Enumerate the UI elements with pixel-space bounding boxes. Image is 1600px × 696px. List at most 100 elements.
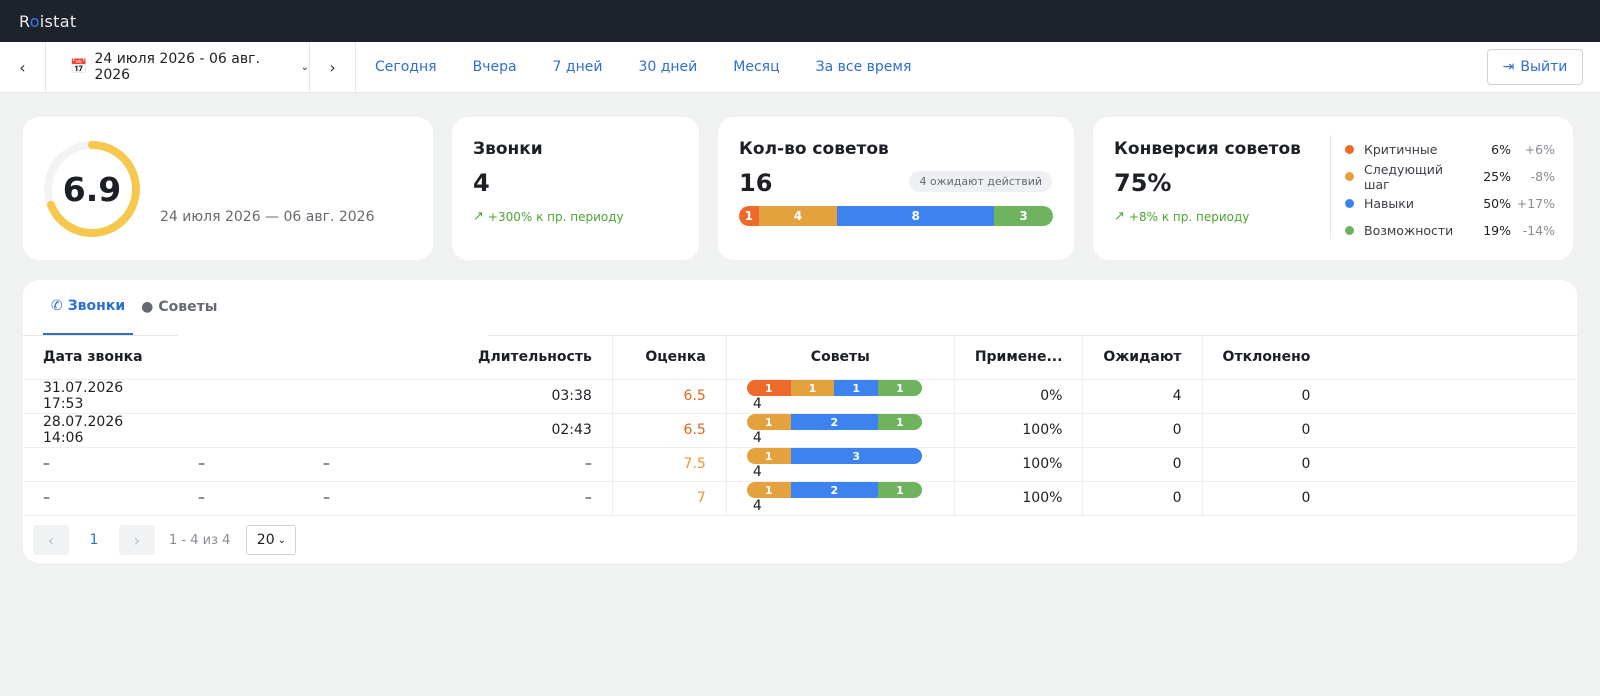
conversion-delta: ↗ +8% к пр. периоду — [1114, 209, 1250, 224]
legend-delta: +6% — [1524, 142, 1555, 157]
col-tips[interactable]: Советы — [725, 336, 955, 380]
logo[interactable]: Roistat — [19, 12, 76, 31]
tab-calls[interactable]: ✆ Звонки — [43, 280, 134, 335]
tips-total: 4 — [752, 430, 762, 446]
preset-today[interactable]: Сегодня — [375, 59, 437, 75]
legend-percent: 25% — [1483, 169, 1511, 184]
date-range-picker[interactable]: 📅 24 июля 2026 - 06 авг. 2026 ⌄ — [46, 42, 310, 92]
conversion-value: 75% — [1114, 169, 1172, 197]
cell — [1330, 413, 1577, 448]
average-score: 6.9 — [62, 169, 122, 209]
calls-panel: ✆ Звонки ● Советы Дата звонка Длительнос… — [23, 280, 1577, 563]
call-declined: 0 — [1201, 379, 1331, 414]
tips-count-card: Кол-во советов 16 4 ожидают действий 148… — [718, 117, 1074, 260]
col-declined[interactable]: Отклонено — [1201, 336, 1331, 380]
logout-button[interactable]: ⇥ Выйти — [1487, 49, 1583, 85]
table-row[interactable]: – – – –7.5 1 3 4 100% 0 0 — [23, 447, 1577, 482]
legend-row: Критичные 6% +6% — [1345, 136, 1555, 163]
panel-tabs: ✆ Звонки ● Советы — [23, 280, 217, 336]
col-applied[interactable]: Примене... — [953, 336, 1083, 380]
legend-percent: 6% — [1491, 142, 1511, 157]
call-applied: 100% — [953, 481, 1083, 516]
tips-title: Кол-во советов — [739, 139, 889, 159]
table-header-row: Дата звонка Длительность Оценка Советы П… — [23, 336, 1577, 380]
trend-up-icon: ↗ — [473, 209, 484, 224]
call-applied: 0% — [953, 379, 1083, 414]
tips-segment: 1 — [834, 380, 879, 396]
conversion-title: Конверсия советов — [1114, 139, 1301, 159]
cell: – — [178, 481, 303, 516]
preset-30-days[interactable]: 30 дней — [638, 59, 697, 75]
call-tips: 1214 — [725, 481, 955, 516]
legend-delta: -8% — [1530, 169, 1555, 184]
table-row[interactable]: – – – –7 1 2 1 4 100% 0 0 — [23, 481, 1577, 516]
tips-breakdown-bar: 1483 — [739, 206, 1053, 226]
legend-dot — [1345, 226, 1354, 235]
calendar-icon: 📅 — [70, 59, 88, 75]
call-score: 7 — [611, 481, 727, 516]
phone-icon: ✆ — [51, 298, 63, 314]
call-declined: 0 — [1201, 447, 1331, 482]
cell — [1330, 447, 1577, 482]
score-card: 6.9 24 июля 2026 — 06 авг. 2026 — [23, 117, 433, 260]
table-row[interactable]: 28.07.2026 14:06 02:43 6.5 1 2 1 4 100% 0 0 — [23, 413, 1577, 448]
tips-total: 4 — [752, 464, 762, 480]
calls-count: 4 — [473, 169, 490, 197]
page-size-select[interactable]: 20 ⌄ — [246, 525, 297, 555]
tips-segment: 1 — [746, 448, 791, 464]
lightbulb-icon: ● — [141, 299, 154, 315]
tips-segment: 1 — [746, 482, 791, 498]
col-date[interactable]: Дата звонка — [23, 336, 178, 380]
legend-name: Навыки — [1364, 196, 1414, 211]
call-date: – — [23, 481, 178, 516]
tips-segment: 1 — [878, 482, 922, 498]
preset-month[interactable]: Месяц — [733, 59, 779, 75]
call-score: 7.5 — [611, 447, 727, 482]
col-score[interactable]: Оценка — [611, 336, 727, 380]
legend-row: Навыки 50% +17% — [1345, 190, 1555, 217]
prev-page-button[interactable]: ‹ — [33, 525, 69, 555]
next-page-button[interactable]: › — [119, 525, 155, 555]
legend-row: Следующий шаг 25% -8% — [1345, 161, 1555, 192]
call-tips: 1214 — [725, 413, 955, 448]
tips-segment: 3 — [994, 206, 1053, 226]
date-navbar: ‹ 📅 24 июля 2026 - 06 авг. 2026 ⌄ › Сего… — [0, 42, 1600, 93]
call-date: – — [23, 447, 178, 482]
calls-card: Звонки 4 ↗ +300% к пр. периоду — [452, 117, 699, 260]
tab-tips[interactable]: ● Советы — [133, 280, 225, 335]
call-duration: 03:38 — [458, 379, 613, 414]
score-date-range: 24 июля 2026 — 06 авг. 2026 — [160, 209, 375, 225]
call-date: 31.07.2026 17:53 — [23, 379, 178, 414]
call-applied: 100% — [953, 413, 1083, 448]
col-waiting[interactable]: Ожидают — [1082, 336, 1203, 380]
table-row[interactable]: 31.07.2026 17:53 03:38 6.5 1 1 1 1 4 0% 4 0 — [23, 379, 1577, 414]
page-number[interactable]: 1 — [79, 532, 109, 548]
call-waiting: 0 — [1082, 447, 1203, 482]
tips-mini-bar: 13 — [746, 448, 922, 464]
date-range-label: 24 июля 2026 - 06 авг. 2026 — [94, 51, 260, 83]
preset-yesterday[interactable]: Вчера — [473, 59, 517, 75]
prev-period-button[interactable]: ‹ — [0, 42, 46, 92]
tips-segment: 8 — [837, 206, 995, 226]
chevron-down-icon: ⌄ — [300, 61, 309, 73]
preset-7-days[interactable]: 7 дней — [553, 59, 603, 75]
legend-name: Возможности — [1364, 223, 1454, 238]
tips-segment: 1 — [878, 380, 922, 396]
next-period-button[interactable]: › — [310, 42, 356, 92]
tips-segment: 2 — [790, 414, 879, 430]
col-duration[interactable]: Длительность — [458, 336, 613, 380]
legend-dot — [1345, 199, 1354, 208]
tips-segment: 1 — [746, 380, 791, 396]
top-bar: Roistat — [0, 0, 1600, 42]
cell — [178, 413, 303, 448]
tips-mini-bar: 121 — [746, 482, 922, 498]
tips-total: 4 — [752, 396, 762, 412]
legend-name: Следующий шаг — [1364, 161, 1443, 192]
call-duration: 02:43 — [458, 413, 613, 448]
tips-mini-bar: 121 — [746, 414, 922, 430]
tips-segment: 1 — [746, 414, 791, 430]
summary-cards: 6.9 24 июля 2026 — 06 авг. 2026 Звонки 4… — [23, 117, 1577, 260]
call-duration: – — [458, 447, 613, 482]
preset-all-time[interactable]: За все время — [816, 59, 912, 75]
cell — [1330, 481, 1577, 516]
